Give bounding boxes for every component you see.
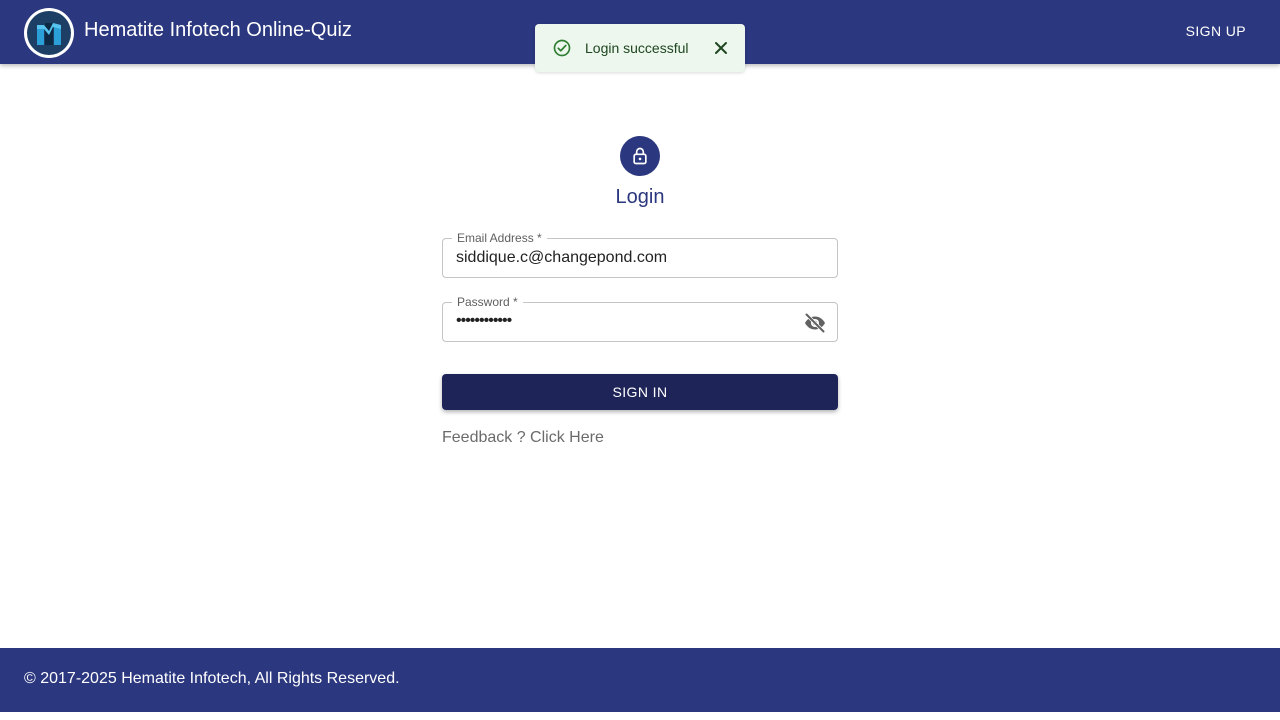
- check-circle-icon: [551, 37, 573, 59]
- email-value: siddique.c@changepond.com: [456, 249, 668, 266]
- sign-in-button[interactable]: SIGN IN: [442, 374, 838, 410]
- email-label: Email Address *: [452, 230, 547, 246]
- feedback-link[interactable]: Feedback ? Click Here: [442, 429, 604, 447]
- lock-icon: [620, 136, 660, 176]
- close-icon[interactable]: [711, 38, 731, 58]
- login-success-toast: Login successful: [535, 24, 745, 72]
- books-logo-icon[interactable]: [24, 8, 74, 58]
- password-field[interactable]: Password * ••••••••••••: [442, 294, 838, 342]
- eye-off-icon[interactable]: [803, 311, 827, 335]
- password-value: ••••••••••••: [456, 312, 512, 329]
- password-label: Password *: [452, 294, 523, 310]
- email-field[interactable]: Email Address * siddique.c@changepond.co…: [442, 230, 838, 278]
- signup-button[interactable]: SIGN UP: [1186, 23, 1246, 39]
- copyright-text: © 2017-2025 Hematite Infotech, All Right…: [24, 670, 400, 687]
- app-title: Hematite Infotech Online-Quiz: [84, 19, 352, 41]
- footer: © 2017-2025 Hematite Infotech, All Right…: [0, 648, 1280, 712]
- toast-message: Login successful: [585, 40, 689, 56]
- login-heading: Login: [615, 186, 665, 208]
